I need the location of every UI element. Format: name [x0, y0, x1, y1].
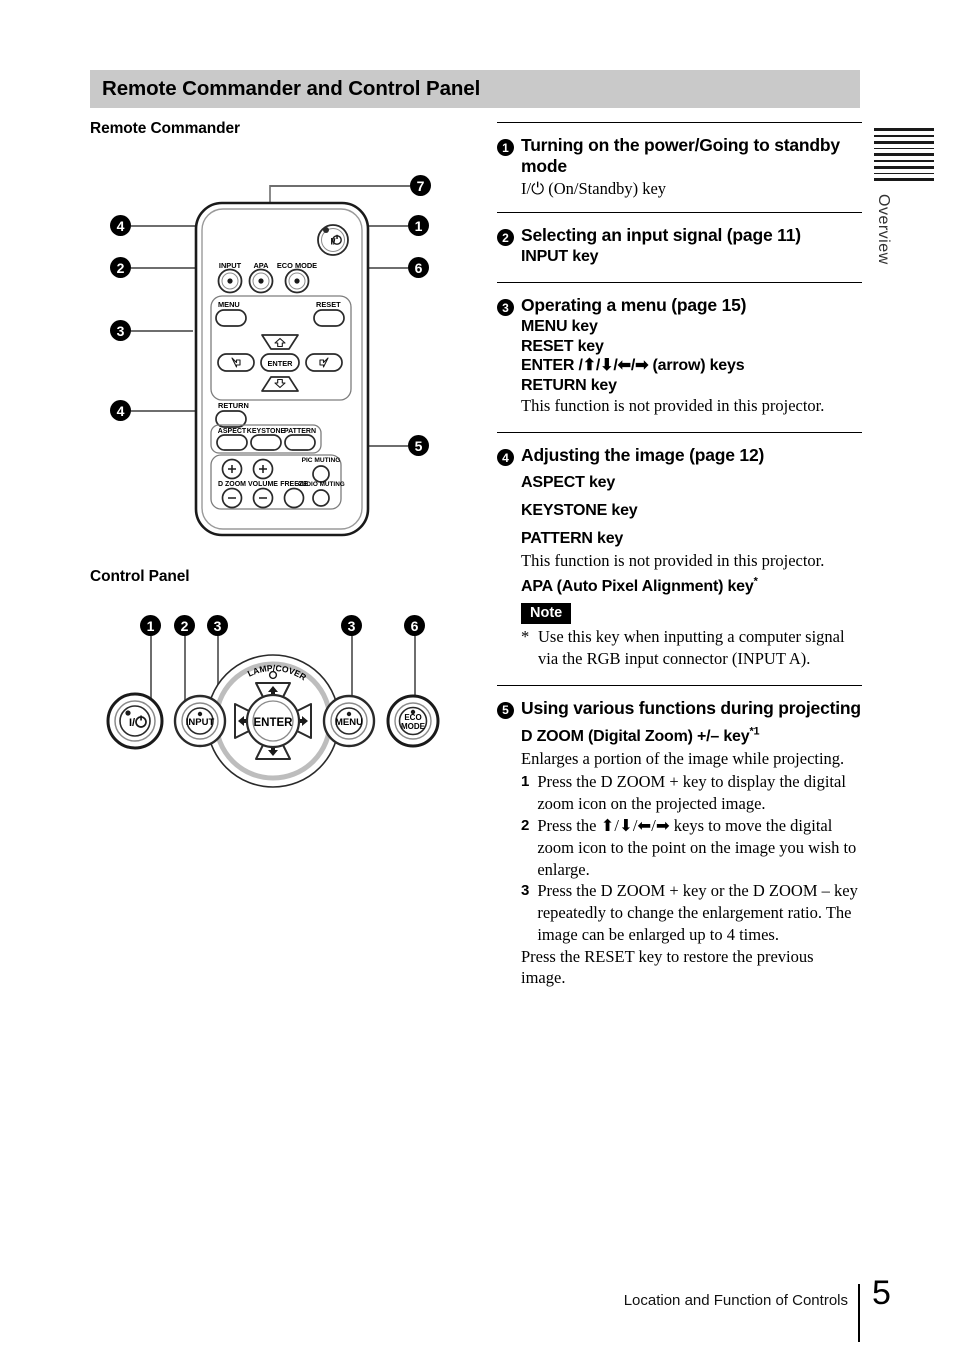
block-5-dzoom-text: D ZOOM (Digital Zoom) +/– key	[521, 727, 750, 745]
callout-6-remote: 6	[408, 257, 429, 278]
info-block-1: 1 Turning on the power/Going to standby …	[497, 123, 862, 200]
step-2-text: Press the ⬆/⬇/⬅/➡ keys to move the digit…	[537, 816, 857, 879]
edge-tab-overview: Overview	[874, 128, 936, 265]
remote-commander-diagram: 7 4 1 2 6 3 4 5 I/ INPUT APA ECO MODE ME…	[90, 165, 490, 555]
step-3-text: Press the D ZOOM + key or the D ZOOM – k…	[537, 881, 858, 944]
block-4-apa-key: APA (Auto Pixel Alignment) key*	[521, 577, 862, 598]
right-column: 1 Turning on the power/Going to standby …	[497, 122, 862, 989]
panel-callout-3b: 3	[341, 615, 362, 636]
remote-body-svg: I/ INPUT APA ECO MODE MENU RESET ENTER R…	[194, 201, 370, 537]
block-2-line-0: INPUT key	[521, 248, 599, 266]
panel-callout-1: 1	[140, 615, 161, 636]
block-4-line-1: KEYSTONE key	[521, 502, 638, 520]
step-1-text: Press the D ZOOM + key to display the di…	[537, 772, 846, 814]
callout-4-bottom: 4	[110, 400, 131, 421]
svg-text:KEYSTONE: KEYSTONE	[247, 428, 286, 435]
block-4-bullet: 4	[497, 449, 514, 467]
svg-text:AUDIO MUTING: AUDIO MUTING	[297, 481, 345, 488]
svg-text:RETURN: RETURN	[218, 401, 249, 410]
callout-3-remote: 3	[110, 320, 131, 341]
svg-text:D ZOOM: D ZOOM	[218, 481, 246, 488]
step-2: 2 Press the ⬆/⬇/⬅/➡ keys to move the dig…	[521, 815, 862, 880]
svg-text:MENU: MENU	[218, 300, 240, 309]
svg-text:ENTER: ENTER	[254, 717, 294, 729]
svg-text:ECO: ECO	[404, 713, 421, 722]
svg-text:INPUT: INPUT	[186, 717, 215, 728]
control-panel-heading: Control Panel	[90, 568, 190, 585]
info-block-5: 5 Using various functions during project…	[497, 686, 862, 989]
block-3-line-4: This function is not provided in this pr…	[521, 396, 825, 416]
block-3-bullet: 3	[497, 299, 514, 317]
block-2-bullet: 2	[497, 229, 514, 247]
edge-tab-label: Overview	[875, 194, 892, 265]
note-text: Use this key when inputting a computer s…	[538, 627, 845, 668]
svg-text:VOLUME: VOLUME	[248, 481, 278, 488]
footer-chapter-text: Location and Function of Controls	[623, 1292, 848, 1309]
page-number: 5	[872, 1274, 891, 1312]
block-4-line-3: This function is not provided in this pr…	[521, 550, 825, 570]
svg-text:RESET: RESET	[316, 300, 341, 309]
svg-text:ASPECT: ASPECT	[218, 428, 247, 435]
step-2-number: 2	[521, 817, 530, 834]
block-4-line-2: PATTERN key	[521, 529, 624, 547]
step-3: 3 Press the D ZOOM + key or the D ZOOM –…	[521, 880, 862, 945]
page-footer: Location and Function of Controls 5	[0, 1274, 954, 1346]
block-5-heading: Using various functions during projectin…	[521, 697, 861, 718]
block-1-bullet: 1	[497, 139, 514, 156]
block-4-apa-text: APA (Auto Pixel Alignment) key	[521, 578, 754, 596]
block-1-heading: Turning on the power/Going to standby mo…	[521, 135, 840, 177]
block-4-heading: Adjusting the image (page 12)	[521, 445, 765, 466]
block-5-bullet: 5	[497, 701, 514, 719]
block-5-tail: Press the RESET key to restore the previ…	[521, 946, 814, 988]
block-5-dzoom-key: D ZOOM (Digital Zoom) +/– key*1	[521, 725, 862, 748]
block-5-steps: 1 Press the D ZOOM + key to display the …	[521, 771, 862, 945]
block-5-dzoom-sup: *1	[749, 725, 760, 738]
info-block-2: 2 Selecting an input signal (page 11) IN…	[497, 213, 862, 268]
document-page: Remote Commander and Control Panel Remot…	[0, 0, 954, 1352]
edge-tab-lines	[874, 128, 936, 181]
remote-commander-heading: Remote Commander	[90, 120, 240, 137]
step-1: 1 Press the D ZOOM + key to display the …	[521, 771, 862, 815]
svg-text:MENU: MENU	[335, 717, 363, 728]
block-3-line-2: ENTER /⬆/⬇/⬅/➡ (arrow) keys	[521, 357, 745, 375]
block-3-heading: Operating a menu (page 15)	[521, 295, 747, 316]
note-wrap: Note * Use this key when inputting a com…	[497, 603, 862, 670]
block-2-heading: Selecting an input signal (page 11)	[521, 225, 801, 246]
info-block-3: 3 Operating a menu (page 15) MENU key RE…	[497, 283, 862, 417]
note-star: *	[521, 627, 530, 647]
callout-5-remote: 5	[408, 435, 429, 456]
svg-text:ENTER: ENTER	[267, 359, 293, 368]
step-1-number: 1	[521, 773, 530, 791]
block-3-line-0: MENU key	[521, 318, 598, 336]
svg-text:MODE: MODE	[401, 722, 426, 731]
callout-4-top: 4	[110, 215, 131, 236]
callout-1: 1	[408, 215, 429, 236]
block-4-apa-sup: *	[753, 576, 758, 589]
svg-text:PIC MUTING: PIC MUTING	[302, 457, 341, 464]
panel-callout-3a: 3	[207, 615, 228, 636]
control-panel-diagram: 1 2 3 3 6 I/ INPUT LAMP/COVER ENTER MENU…	[90, 605, 490, 800]
note-body: * Use this key when inputting a computer…	[521, 626, 862, 670]
block-3-line-3: RETURN key	[521, 376, 617, 394]
section-header-bar: Remote Commander and Control Panel	[90, 70, 860, 108]
block-5-line-1: Enlarges a portion of the image while pr…	[521, 748, 845, 768]
section-title: Remote Commander and Control Panel	[102, 77, 481, 100]
note-badge: Note	[521, 603, 572, 625]
callout-7: 7	[410, 175, 431, 196]
step-3-number: 3	[521, 882, 530, 900]
control-panel-heading-wrap: Control Panel	[90, 568, 190, 586]
svg-text:I/: I/	[129, 717, 135, 729]
control-panel-svg: I/ INPUT LAMP/COVER ENTER MENU ECO MODE	[106, 654, 440, 788]
svg-text:PATTERN: PATTERN	[284, 428, 316, 435]
block-3-line-1: RESET key	[521, 337, 604, 355]
panel-callout-6: 6	[404, 615, 425, 636]
callout-2: 2	[110, 257, 131, 278]
panel-callout-2: 2	[174, 615, 195, 636]
block-4-line-0: ASPECT key	[521, 474, 616, 492]
footer-separator	[858, 1284, 860, 1342]
left-column: Remote Commander	[90, 120, 490, 138]
block-1-line-0: I/⏻ (On/Standby) key	[521, 179, 667, 199]
info-block-4: 4 Adjusting the image (page 12) ASPECT k…	[497, 433, 862, 670]
